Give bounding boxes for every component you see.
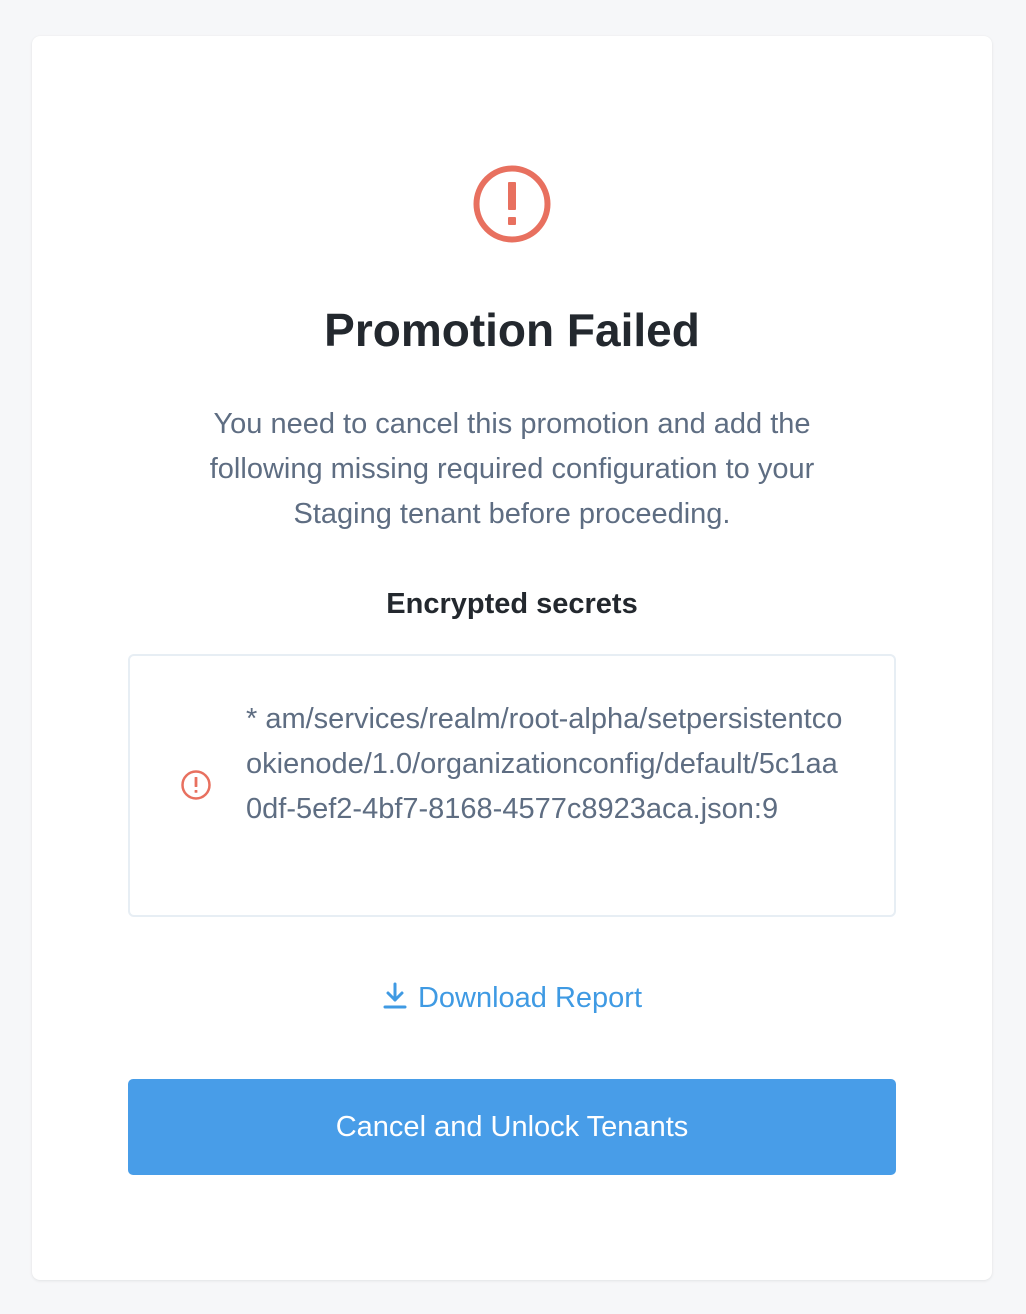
cancel-and-unlock-tenants-button[interactable]: Cancel and Unlock Tenants — [128, 1079, 896, 1175]
download-report-link[interactable]: Download Report — [32, 978, 992, 1018]
error-icon — [181, 770, 211, 800]
download-report-label: Download Report — [417, 982, 643, 1014]
dialog-title: Promotion Failed — [324, 304, 700, 356]
missing-config-list: * am/services/realm/root-alpha/setpersis… — [128, 654, 896, 917]
download-icon — [383, 982, 407, 1009]
promotion-failed-dialog: Promotion Failed You need to cancel this… — [32, 36, 992, 1280]
dialog-message: You need to cancel this promotion and ad… — [209, 408, 815, 530]
missing-config-item: * am/services/realm/root-alpha/setpersis… — [246, 703, 843, 825]
alert-circle-icon — [473, 165, 551, 243]
section-label-encrypted-secrets: Encrypted secrets — [386, 588, 638, 620]
